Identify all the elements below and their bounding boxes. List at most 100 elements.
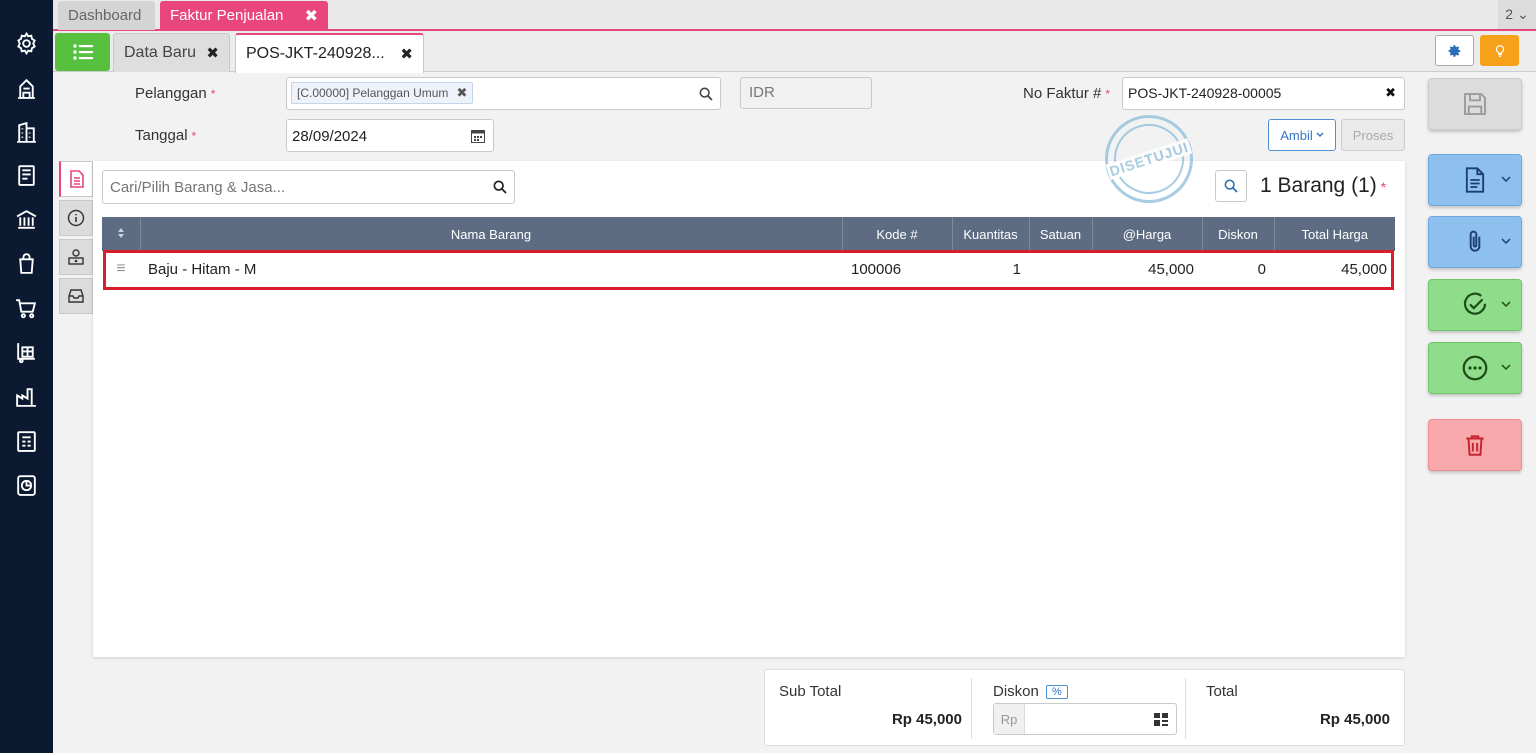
- settings-icon[interactable]: [13, 30, 40, 57]
- more-options-button[interactable]: [1428, 342, 1522, 394]
- tab-data-baru-label: Data Baru: [124, 44, 197, 61]
- tanggal-value: 28/09/2024: [292, 128, 368, 145]
- ambil-button[interactable]: Ambil: [1268, 119, 1336, 151]
- tab-count-dropdown[interactable]: 2 ⌄: [1498, 0, 1536, 29]
- attachment-button[interactable]: [1428, 216, 1522, 268]
- no-faktur-value: POS-JKT-240928-00005: [1128, 85, 1282, 101]
- cell-kode: 100006: [851, 260, 902, 278]
- close-tab-icon[interactable]: ✖: [305, 6, 318, 26]
- tax-icon[interactable]: [13, 428, 40, 455]
- company-icon[interactable]: [13, 75, 40, 102]
- pelanggan-label: Pelanggan *: [135, 85, 216, 102]
- col-harga[interactable]: @Harga: [1092, 217, 1203, 251]
- divider: [971, 678, 972, 739]
- diskon-label: Diskon %: [993, 683, 1068, 700]
- chevron-down-icon: [1501, 364, 1511, 371]
- tab-dashboard-label: Dashboard: [68, 7, 142, 24]
- building-icon[interactable]: [13, 119, 40, 146]
- cell-harga: 45,000: [1148, 260, 1194, 278]
- inventory-icon[interactable]: [13, 339, 40, 366]
- tab-salesperson[interactable]: [59, 239, 93, 275]
- divider: [1185, 678, 1186, 739]
- tab-faktur-penjualan[interactable]: Faktur Penjualan ✖: [160, 1, 328, 30]
- currency-field: IDR: [740, 77, 872, 109]
- total-value: Rp 45,000: [1319, 711, 1390, 728]
- check-circle-icon: [1463, 292, 1487, 315]
- report-chart-icon[interactable]: [13, 472, 40, 499]
- subtotal-label: Sub Total: [779, 683, 842, 700]
- bank-icon[interactable]: [13, 206, 40, 233]
- discount-percent-toggle[interactable]: %: [1046, 685, 1068, 700]
- close-tab-icon[interactable]: ✖: [206, 44, 219, 62]
- no-faktur-input[interactable]: POS-JKT-240928-00005 ✖: [1122, 77, 1405, 110]
- currency-prefix: Rp: [994, 704, 1025, 734]
- tab-dashboard[interactable]: Dashboard: [58, 1, 155, 30]
- col-kuantitas[interactable]: Kuantitas: [952, 217, 1030, 251]
- chevron-down-icon: [1501, 238, 1511, 245]
- col-diskon[interactable]: Diskon: [1202, 217, 1275, 251]
- col-satuan[interactable]: Satuan: [1029, 217, 1093, 251]
- calculator-icon[interactable]: [1154, 713, 1168, 726]
- subtotal-value: Rp 45,000: [891, 711, 962, 728]
- cart-icon[interactable]: [13, 295, 40, 322]
- tab-info[interactable]: [59, 200, 93, 236]
- tab-faktur-label: Faktur Penjualan: [170, 7, 284, 24]
- trash-icon: [1466, 435, 1484, 456]
- ledger-icon[interactable]: [13, 162, 40, 189]
- remove-chip-icon[interactable]: ✖: [456, 85, 467, 101]
- tanggal-label: Tanggal *: [135, 127, 197, 144]
- calendar-icon[interactable]: [471, 129, 485, 143]
- chevron-down-icon: [1316, 132, 1324, 137]
- search-icon[interactable]: [698, 86, 714, 102]
- clear-icon[interactable]: ✖: [1385, 85, 1396, 101]
- factory-icon[interactable]: [13, 383, 40, 410]
- delete-button[interactable]: [1428, 419, 1522, 471]
- print-button[interactable]: [1428, 154, 1522, 206]
- tips-button[interactable]: [1480, 35, 1519, 66]
- pelanggan-select[interactable]: [C.00000] Pelanggan Umum ✖: [286, 77, 721, 110]
- customer-chip: [C.00000] Pelanggan Umum ✖: [291, 82, 474, 104]
- cell-nama-barang: Baju - Hitam - M: [148, 260, 257, 278]
- chevron-down-icon: [1501, 176, 1511, 183]
- person-money-icon: [68, 249, 84, 265]
- tab-shipping[interactable]: [59, 278, 93, 314]
- settings-button[interactable]: [1435, 35, 1474, 66]
- search-icon[interactable]: [492, 179, 508, 195]
- more-circle-icon: [1462, 355, 1488, 381]
- save-button[interactable]: [1428, 78, 1522, 130]
- document-icon: [69, 170, 84, 188]
- item-search-box[interactable]: [102, 170, 515, 204]
- sidebar: [0, 0, 53, 753]
- document-icon: [1465, 167, 1485, 193]
- sort-handle-header[interactable]: [102, 217, 141, 251]
- drag-handle-icon[interactable]: ≡: [102, 251, 140, 287]
- proses-button[interactable]: Proses: [1341, 119, 1405, 151]
- inbox-icon: [68, 289, 84, 303]
- col-nama-barang[interactable]: Nama Barang: [140, 217, 843, 251]
- document-tab-bar: Data Baru ✖ POS-JKT-240928... ✖: [53, 31, 1536, 73]
- cell-kuantitas: 1: [1012, 260, 1021, 278]
- cell-satuan: [1029, 251, 1092, 287]
- close-tab-icon[interactable]: ✖: [400, 45, 413, 63]
- save-icon: [1464, 93, 1486, 115]
- col-total-harga[interactable]: Total Harga: [1274, 217, 1395, 251]
- tab-data-baru[interactable]: Data Baru ✖: [113, 33, 230, 72]
- list-view-button[interactable]: [55, 33, 110, 71]
- items-panel: DISETUJUI 1 Barang (1)* Nama Barang Kode…: [93, 103, 1405, 657]
- items-table: Nama Barang Kode # Kuantitas Satuan @Har…: [102, 217, 1395, 287]
- item-search-input[interactable]: [103, 171, 483, 203]
- sales-bag-icon[interactable]: [13, 250, 40, 277]
- tab-pos-label: POS-JKT-240928...: [246, 45, 385, 62]
- tab-items[interactable]: [59, 161, 93, 197]
- tanggal-input[interactable]: 28/09/2024: [286, 119, 494, 152]
- table-row[interactable]: ≡ Baju - Hitam - M 100006 1 45,000 0 45,…: [102, 251, 1395, 287]
- approve-button[interactable]: [1428, 279, 1522, 331]
- col-kode[interactable]: Kode #: [842, 217, 953, 251]
- cell-total-harga: 45,000: [1341, 260, 1387, 278]
- tab-pos-invoice[interactable]: POS-JKT-240928... ✖: [235, 33, 424, 73]
- item-search-button[interactable]: [1215, 170, 1247, 202]
- discount-input[interactable]: Rp: [993, 703, 1177, 735]
- cell-diskon: 0: [1257, 260, 1266, 278]
- total-label: Total: [1206, 683, 1238, 700]
- chevron-down-icon: [1501, 301, 1511, 308]
